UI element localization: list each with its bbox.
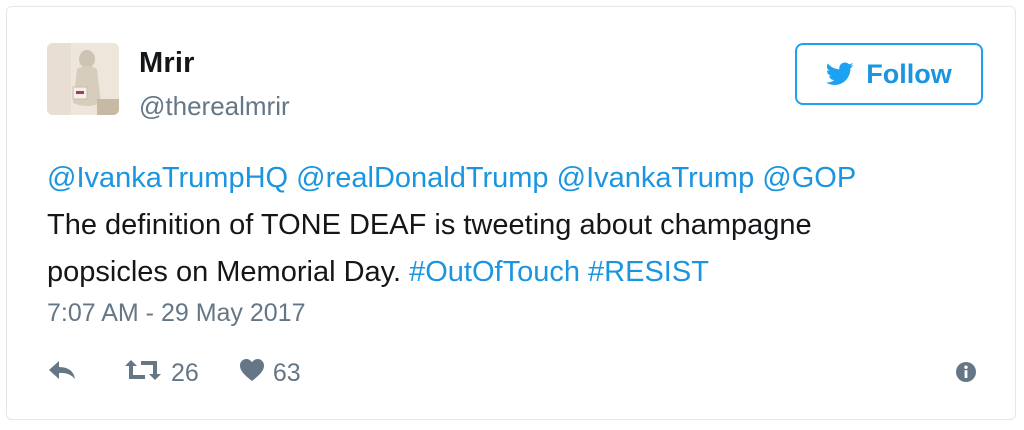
follow-button[interactable]: Follow <box>795 43 983 105</box>
tweet-line-mentions: @IvankaTrumpHQ @realDonaldTrump @IvankaT… <box>47 155 997 202</box>
reply-icon <box>47 359 77 388</box>
tweet-line-text: popsicles on Memorial Day. <box>47 256 402 288</box>
user-name[interactable]: Mrir <box>139 47 195 80</box>
user-handle[interactable]: @therealmrir <box>139 91 290 122</box>
like-button[interactable]: 63 <box>239 358 301 389</box>
info-icon[interactable] <box>955 361 977 388</box>
tweet-actions: 26 63 <box>47 355 301 391</box>
tweet-text: @IvankaTrumpHQ @realDonaldTrump @IvankaT… <box>47 155 997 296</box>
mention-link[interactable]: @IvankaTrumpHQ <box>47 162 288 194</box>
mention-link[interactable]: @IvankaTrump <box>557 162 755 194</box>
mention-link[interactable]: @GOP <box>762 162 856 194</box>
hashtag-link[interactable]: #RESIST <box>588 256 709 288</box>
mention-link[interactable]: @realDonaldTrump <box>296 162 548 194</box>
tweet-timestamp[interactable]: 7:07 AM - 29 May 2017 <box>47 299 305 328</box>
like-count: 63 <box>272 358 301 387</box>
tweet-card: Mrir @therealmrir Follow @IvankaTrumpHQ … <box>6 6 1016 420</box>
retweet-button[interactable]: 26 <box>123 358 199 389</box>
tweet-line-body: The definition of TONE DEAF is tweeting … <box>47 209 812 241</box>
avatar-image <box>47 43 119 115</box>
retweet-count: 26 <box>171 358 199 387</box>
retweet-icon <box>123 358 163 389</box>
twitter-bird-icon <box>826 62 854 86</box>
hashtag-link[interactable]: #OutOfTouch <box>409 256 580 288</box>
avatar[interactable] <box>47 43 119 115</box>
follow-label: Follow <box>866 58 952 89</box>
heart-icon <box>239 358 265 389</box>
tweet-line-end: popsicles on Memorial Day. #OutOfTouch #… <box>47 249 997 296</box>
reply-button[interactable] <box>47 359 77 388</box>
